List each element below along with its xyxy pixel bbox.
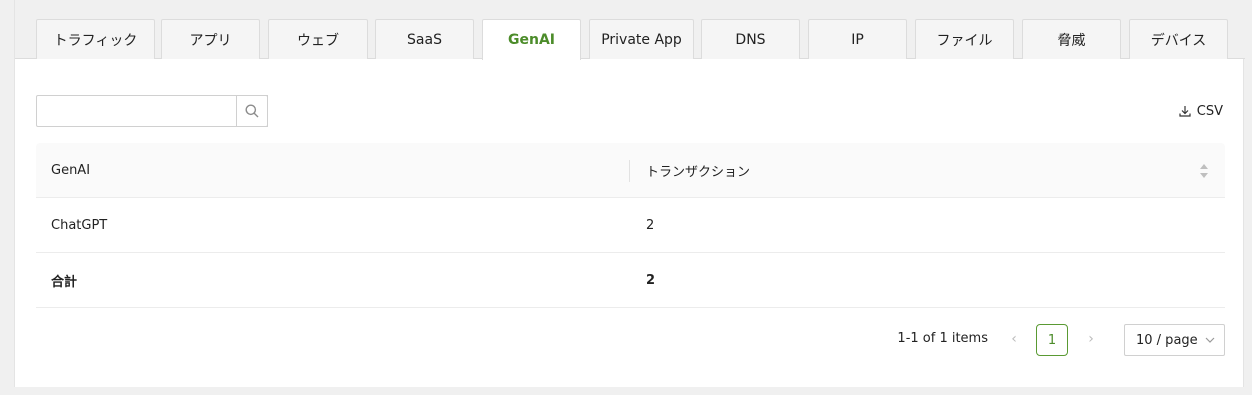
tab-devices[interactable]: デバイス (1129, 19, 1228, 59)
column-divider (629, 160, 630, 182)
search-input[interactable] (36, 95, 268, 127)
pagination-info: 1-1 of 1 items (897, 331, 988, 346)
cell-transactions: 2 (646, 217, 655, 233)
sort-icon[interactable] (1199, 162, 1209, 180)
table-header: GenAI トランザクション (36, 143, 1225, 198)
column-header-genai: GenAI (51, 162, 91, 178)
total-transactions: 2 (646, 272, 656, 288)
tab-genai[interactable]: GenAI (482, 19, 581, 60)
column-header-transactions[interactable]: トランザクション (646, 143, 750, 197)
tab-files[interactable]: ファイル (915, 19, 1014, 59)
table-row: ChatGPT 2 (36, 198, 1225, 253)
tab-private-app[interactable]: Private App (589, 19, 694, 59)
tab-ip[interactable]: IP (808, 19, 907, 59)
page-button-current[interactable]: 1 (1036, 324, 1068, 356)
next-page-icon[interactable]: › (1085, 330, 1097, 348)
search-button[interactable] (236, 95, 268, 127)
tab-web[interactable]: ウェブ (268, 19, 368, 59)
chevron-down-icon (1205, 337, 1215, 343)
tab-threats[interactable]: 脅威 (1022, 19, 1121, 59)
report-panel: トラフィック アプリ ウェブ SaaS GenAI Private App DN… (14, 0, 1245, 387)
page-size-select[interactable]: 10 / page (1124, 324, 1225, 356)
tab-dns[interactable]: DNS (701, 19, 800, 59)
csv-download-button[interactable]: CSV (1179, 102, 1223, 120)
tab-saas[interactable]: SaaS (375, 19, 474, 59)
table-total-row: 合計 2 (36, 253, 1225, 308)
tab-apps[interactable]: アプリ (161, 19, 260, 59)
genai-table: GenAI トランザクション ChatGPT 2 合計 2 (36, 143, 1225, 308)
page-size-value: 10 / page (1136, 332, 1198, 348)
download-icon (1179, 106, 1191, 117)
total-label: 合計 (51, 274, 78, 290)
prev-page-icon[interactable]: ‹ (1008, 330, 1020, 348)
tab-traffic[interactable]: トラフィック (36, 19, 155, 59)
cell-genai-name: ChatGPT (51, 217, 108, 233)
search-icon (245, 104, 259, 118)
tab-bar: トラフィック アプリ ウェブ SaaS GenAI Private App DN… (15, 0, 1245, 60)
pagination: 1-1 of 1 items ‹ 1 › 10 / page (15, 324, 1245, 356)
csv-label: CSV (1196, 103, 1223, 119)
